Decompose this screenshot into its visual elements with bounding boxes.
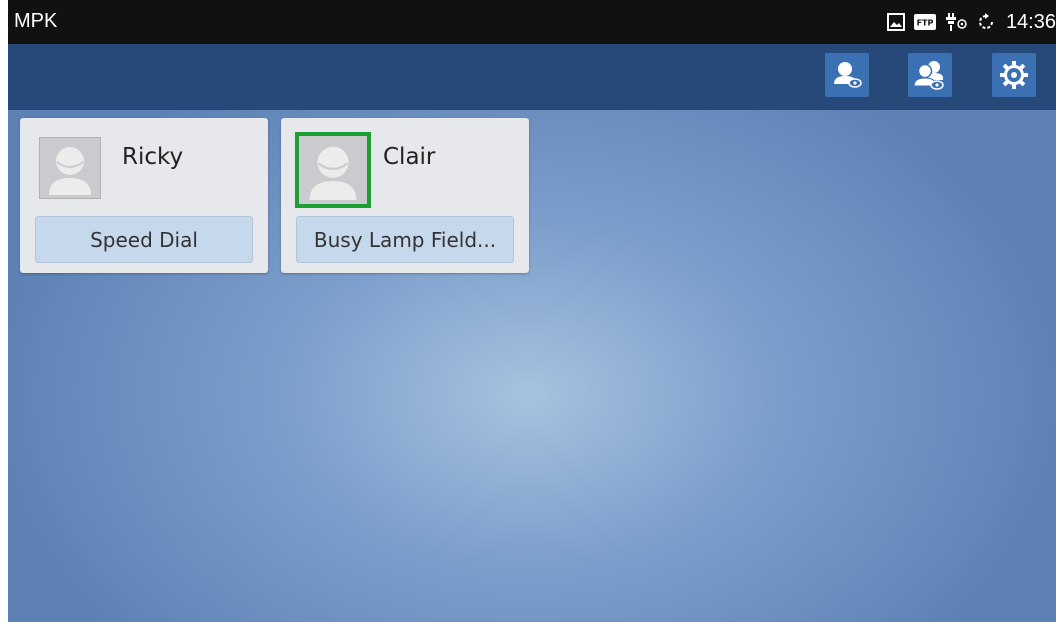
ftp-icon: FTP: [913, 12, 936, 32]
sync-icon: [976, 12, 996, 32]
default-avatar-icon: [309, 146, 357, 200]
contact-view-icon: [834, 62, 862, 88]
settings-button[interactable]: [992, 53, 1036, 97]
contact-name: Clair: [383, 144, 436, 170]
settings-gear-icon: [1000, 61, 1028, 89]
status-clock: 14:36: [1005, 10, 1056, 33]
group-view-button[interactable]: [908, 53, 952, 97]
status-bar: MPK FTP 14:36: [8, 0, 1056, 44]
contact-name: Ricky: [122, 144, 184, 170]
mpk-content-area: Ricky Speed Dial Clair Busy Lamp Field..…: [8, 110, 1056, 622]
image-icon: [886, 12, 906, 32]
avatar[interactable]: [39, 137, 101, 199]
status-icons: FTP 14:36: [886, 0, 1056, 44]
device-screen: MPK FTP 14:36 Ricky Speed Dial Clair Bus…: [8, 0, 1056, 622]
avatar-highlighted[interactable]: [295, 132, 371, 208]
speed-dial-button[interactable]: Speed Dial: [35, 216, 253, 263]
usb-debug-icon: [944, 12, 968, 32]
busy-lamp-field-button[interactable]: Busy Lamp Field...: [296, 216, 514, 263]
default-avatar-icon: [49, 147, 91, 195]
group-view-icon: [913, 61, 944, 90]
contact-view-button[interactable]: [825, 53, 869, 97]
mpk-card-ricky[interactable]: Ricky Speed Dial: [20, 118, 268, 273]
app-title: MPK: [14, 10, 58, 32]
mpk-card-clair[interactable]: Clair Busy Lamp Field...: [281, 118, 529, 273]
ftp-label: FTP: [917, 19, 934, 28]
action-bar: [8, 44, 1056, 111]
